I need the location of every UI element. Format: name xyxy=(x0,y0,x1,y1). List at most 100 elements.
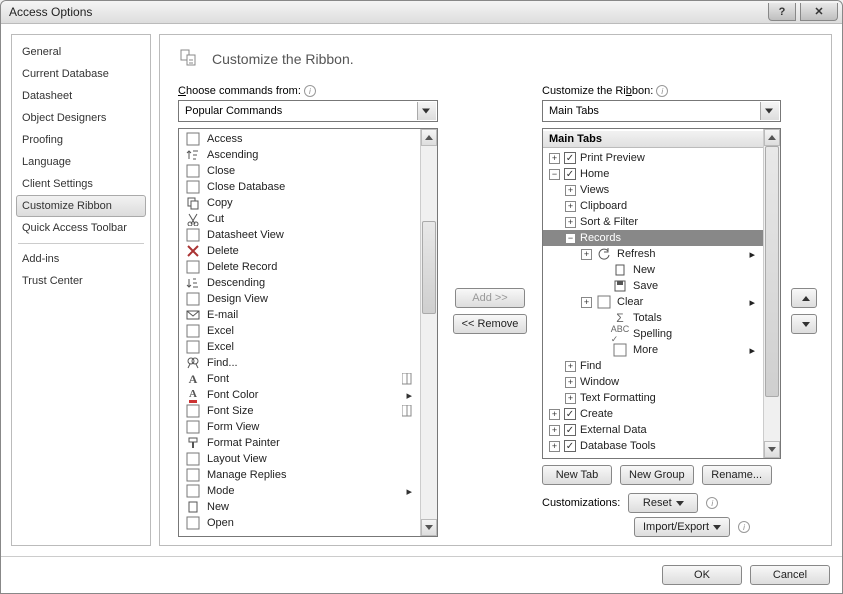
command-item[interactable]: Close Database xyxy=(179,179,420,195)
tree-item[interactable]: +Find xyxy=(543,358,763,374)
info-icon[interactable]: i xyxy=(304,85,316,97)
rename-button[interactable]: Rename... xyxy=(702,465,772,485)
move-down-button[interactable] xyxy=(791,314,817,334)
command-item[interactable]: Manage Replies xyxy=(179,467,420,483)
command-item[interactable]: Cut xyxy=(179,211,420,227)
command-item[interactable]: Copy xyxy=(179,195,420,211)
ribbon-tree[interactable]: Main Tabs +✓Print Preview−✓Home+Views+Cl… xyxy=(542,128,781,459)
command-item[interactable]: AFont Color▸ xyxy=(179,387,420,403)
expand-icon[interactable]: + xyxy=(549,409,560,420)
tree-item[interactable]: +✓External Data xyxy=(543,422,763,438)
ok-button[interactable]: OK xyxy=(662,565,742,585)
command-item[interactable]: Design View xyxy=(179,291,420,307)
commands-scrollbar[interactable] xyxy=(420,129,437,536)
move-up-button[interactable] xyxy=(791,288,817,308)
command-item[interactable]: Descending xyxy=(179,275,420,291)
expand-icon[interactable]: + xyxy=(549,425,560,436)
tree-item[interactable]: +Clear▸ xyxy=(543,294,763,310)
scroll-up-button[interactable] xyxy=(421,129,437,146)
sidebar-item-object-designers[interactable]: Object Designers xyxy=(16,107,146,129)
info-icon[interactable]: i xyxy=(738,521,750,533)
command-item[interactable]: Layout View xyxy=(179,451,420,467)
remove-button[interactable]: << Remove xyxy=(453,314,528,334)
collapse-icon[interactable]: − xyxy=(549,169,560,180)
expand-icon[interactable]: + xyxy=(565,377,576,388)
sidebar-item-quick-access-toolbar[interactable]: Quick Access Toolbar xyxy=(16,217,146,239)
expand-icon[interactable]: + xyxy=(549,153,560,164)
close-button[interactable]: ✕ xyxy=(800,3,838,21)
sidebar-item-trust-center[interactable]: Trust Center xyxy=(16,270,146,292)
import-export-button[interactable]: Import/Export xyxy=(634,517,730,537)
tree-item[interactable]: +✓Print Preview xyxy=(543,150,763,166)
expand-icon[interactable]: + xyxy=(565,217,576,228)
new-group-button[interactable]: New Group xyxy=(620,465,694,485)
expand-icon[interactable]: + xyxy=(565,201,576,212)
add-button[interactable]: Add >> xyxy=(455,288,525,308)
tree-item[interactable]: +Refresh▸ xyxy=(543,246,763,262)
checkbox[interactable]: ✓ xyxy=(564,168,576,180)
tree-item[interactable]: +✓Create xyxy=(543,406,763,422)
command-item[interactable]: Font Size xyxy=(179,403,420,419)
reset-button[interactable]: Reset xyxy=(628,493,698,513)
sidebar-item-proofing[interactable]: Proofing xyxy=(16,129,146,151)
command-item[interactable]: E-mail xyxy=(179,307,420,323)
sidebar-item-add-ins[interactable]: Add-ins xyxy=(16,248,146,270)
command-item[interactable]: AFont xyxy=(179,371,420,387)
expand-icon[interactable]: + xyxy=(565,393,576,404)
ribbon-scrollbar[interactable] xyxy=(763,129,780,458)
scroll-down-button[interactable] xyxy=(764,441,780,458)
tree-item[interactable]: +Sort & Filter xyxy=(543,214,763,230)
checkbox[interactable]: ✓ xyxy=(564,424,576,436)
command-item[interactable]: Delete xyxy=(179,243,420,259)
info-icon[interactable]: i xyxy=(706,497,718,509)
expand-icon[interactable]: + xyxy=(565,185,576,196)
command-item[interactable]: Excel xyxy=(179,339,420,355)
info-icon[interactable]: i xyxy=(656,85,668,97)
expand-icon[interactable]: + xyxy=(549,441,560,452)
command-item[interactable]: Datasheet View xyxy=(179,227,420,243)
scroll-down-button[interactable] xyxy=(421,519,437,536)
help-button[interactable]: ? xyxy=(768,3,796,21)
command-item[interactable]: Excel xyxy=(179,323,420,339)
tree-item[interactable]: +Views xyxy=(543,182,763,198)
checkbox[interactable]: ✓ xyxy=(564,440,576,452)
command-item[interactable]: Form View xyxy=(179,419,420,435)
tree-item[interactable]: More▸ xyxy=(543,342,763,358)
command-item[interactable]: Mode▸ xyxy=(179,483,420,499)
checkbox[interactable]: ✓ xyxy=(564,152,576,164)
tree-item[interactable]: +Window xyxy=(543,374,763,390)
sidebar-item-current-database[interactable]: Current Database xyxy=(16,63,146,85)
tree-item[interactable]: ΣTotals xyxy=(543,310,763,326)
tree-item[interactable]: −Records xyxy=(543,230,763,246)
tree-item[interactable]: ABC✓Spelling xyxy=(543,326,763,342)
command-item[interactable]: Close xyxy=(179,163,420,179)
command-item[interactable]: Format Painter xyxy=(179,435,420,451)
sidebar-item-client-settings[interactable]: Client Settings xyxy=(16,173,146,195)
sidebar-item-language[interactable]: Language xyxy=(16,151,146,173)
expand-icon[interactable]: + xyxy=(581,297,592,308)
commands-listbox[interactable]: AccessAscendingCloseClose DatabaseCopyCu… xyxy=(178,128,438,537)
tree-item[interactable]: Save xyxy=(543,278,763,294)
checkbox[interactable]: ✓ xyxy=(564,408,576,420)
cancel-button[interactable]: Cancel xyxy=(750,565,830,585)
tree-item[interactable]: +Clipboard xyxy=(543,198,763,214)
sidebar-item-customize-ribbon[interactable]: Customize Ribbon xyxy=(16,195,146,217)
sidebar-item-datasheet[interactable]: Datasheet xyxy=(16,85,146,107)
command-item[interactable]: Access xyxy=(179,131,420,147)
command-item[interactable]: Ascending xyxy=(179,147,420,163)
command-item[interactable]: Open xyxy=(179,515,420,531)
choose-commands-combo[interactable]: Popular Commands xyxy=(178,100,438,122)
command-item[interactable]: New xyxy=(179,499,420,515)
command-item[interactable]: Find... xyxy=(179,355,420,371)
tree-item[interactable]: +✓Database Tools xyxy=(543,438,763,454)
collapse-icon[interactable]: − xyxy=(565,233,576,244)
tree-item[interactable]: −✓Home xyxy=(543,166,763,182)
scroll-up-button[interactable] xyxy=(764,129,780,146)
sidebar-item-general[interactable]: General xyxy=(16,41,146,63)
command-item[interactable]: Delete Record xyxy=(179,259,420,275)
customize-ribbon-combo[interactable]: Main Tabs xyxy=(542,100,781,122)
tree-item[interactable]: +Text Formatting xyxy=(543,390,763,406)
expand-icon[interactable]: + xyxy=(565,361,576,372)
new-tab-button[interactable]: New Tab xyxy=(542,465,612,485)
tree-item[interactable]: New xyxy=(543,262,763,278)
